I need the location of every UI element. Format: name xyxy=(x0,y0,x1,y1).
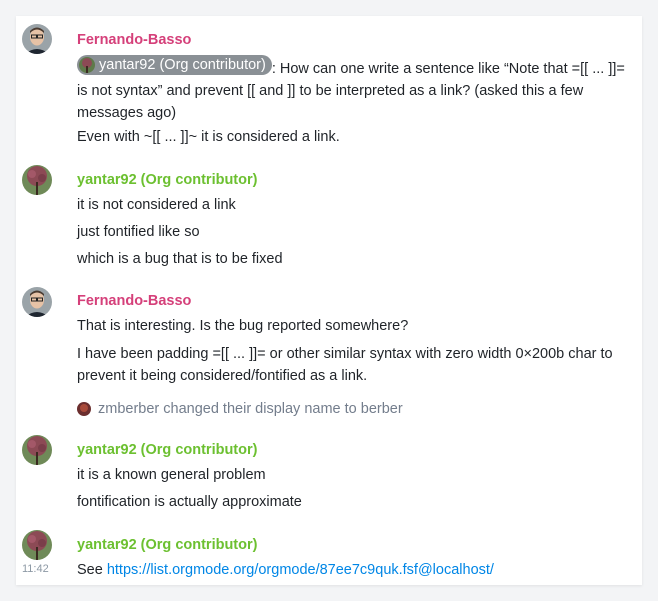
small-avatar-icon xyxy=(77,402,91,416)
avatar[interactable] xyxy=(22,165,52,195)
message-text: I have been padding =[[ ... ]]= or other… xyxy=(77,346,613,384)
message-text: which is a bug that is to be fixed xyxy=(77,251,283,267)
message-timeline: Fernando-Basso yantar92 (Org contributor… xyxy=(16,16,642,585)
membership-notice: zmberber changed their display name to b… xyxy=(77,399,403,419)
notice-text: zmberber changed their display name to b… xyxy=(98,401,403,417)
message-body: yantar92 (Org contributor): How can one … xyxy=(77,55,638,124)
sender-name[interactable]: Fernando-Basso xyxy=(77,291,191,311)
see-label: See xyxy=(77,562,103,578)
avatar[interactable] xyxy=(22,24,52,54)
sender-name[interactable]: Fernando-Basso xyxy=(77,30,191,50)
tree-avatar-icon xyxy=(79,57,95,73)
message-text: it is not considered a link xyxy=(77,197,236,213)
message-text: it is a known general problem xyxy=(77,467,266,483)
message-text: That is interesting. Is the bug reported… xyxy=(77,318,409,334)
mention-label: yantar92 (Org contributor) xyxy=(99,57,266,73)
message-text: just fontified like so xyxy=(77,224,200,240)
avatar[interactable] xyxy=(22,530,52,560)
sender-name[interactable]: yantar92 (Org contributor) xyxy=(77,535,257,555)
message-timestamp: 11:42 xyxy=(22,563,49,575)
user-mention-pill[interactable]: yantar92 (Org contributor) xyxy=(77,55,272,75)
message-body: See https://list.orgmode.org/orgmode/87e… xyxy=(77,559,638,581)
sender-name[interactable]: yantar92 (Org contributor) xyxy=(77,170,257,190)
message-text: Even with ~[[ ... ]]~ it is considered a… xyxy=(77,129,340,145)
message-text: fontification is actually approximate xyxy=(77,494,302,510)
avatar[interactable] xyxy=(22,435,52,465)
sender-name[interactable]: yantar92 (Org contributor) xyxy=(77,440,257,460)
message-link[interactable]: https://list.orgmode.org/orgmode/87ee7c9… xyxy=(107,562,494,578)
avatar[interactable] xyxy=(22,287,52,317)
